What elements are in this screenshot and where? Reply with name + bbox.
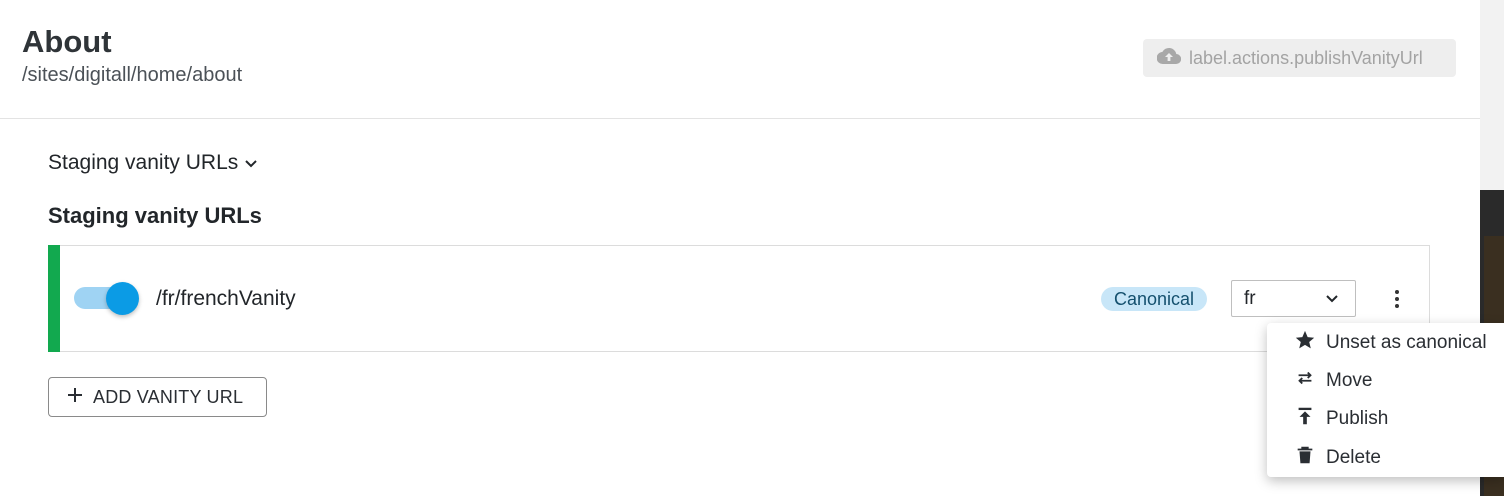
active-toggle-knob[interactable] — [106, 282, 139, 315]
context-menu: Unset as canonical Move Publish Delete — [1267, 323, 1504, 477]
menu-item-unset-canonical[interactable]: Unset as canonical — [1267, 324, 1504, 362]
canonical-badge: Canonical — [1101, 287, 1208, 311]
cloud-upload-icon — [1156, 47, 1189, 70]
menu-item-move[interactable]: Move — [1267, 362, 1504, 400]
chevron-down-icon — [238, 151, 258, 175]
menu-item-label: Publish — [1326, 408, 1389, 429]
publish-vanity-url-button[interactable]: label.actions.publishVanityUrl — [1143, 39, 1456, 77]
more-actions-icon[interactable] — [1387, 286, 1407, 312]
menu-item-label: Move — [1326, 370, 1373, 391]
add-vanity-url-button[interactable]: ADD VANITY URL — [48, 377, 267, 417]
star-icon — [1294, 329, 1326, 357]
plus-icon — [67, 387, 93, 408]
page-header: About /sites/digitall/home/about label.a… — [0, 0, 1480, 119]
swap-icon — [1294, 367, 1326, 395]
publish-icon — [1294, 405, 1326, 433]
menu-item-label: Delete — [1326, 447, 1381, 468]
language-select[interactable]: fr — [1231, 280, 1356, 317]
vanity-section-dropdown-label: Staging vanity URLs — [48, 151, 239, 174]
add-vanity-url-label: ADD VANITY URL — [93, 386, 244, 407]
menu-item-label: Unset as canonical — [1326, 332, 1487, 353]
publish-vanity-url-label: label.actions.publishVanityUrl — [1189, 47, 1423, 68]
vanity-url-text: /fr/frenchVanity — [156, 287, 296, 310]
vanity-url-panel: About /sites/digitall/home/about label.a… — [0, 0, 1480, 496]
menu-item-publish[interactable]: Publish — [1267, 400, 1504, 438]
menu-item-delete[interactable]: Delete — [1267, 439, 1504, 477]
vanity-section-dropdown[interactable]: Staging vanity URLs — [48, 151, 258, 175]
section-title: Staging vanity URLs — [48, 203, 262, 228]
chevron-down-icon — [1325, 288, 1339, 310]
vanity-url-row: /fr/frenchVanity Canonical fr — [48, 245, 1430, 352]
language-select-value: fr — [1244, 287, 1256, 309]
page-path: /sites/digitall/home/about — [22, 64, 243, 86]
row-status-bar — [48, 245, 60, 352]
page-title: About — [22, 24, 112, 59]
background-edge-light — [1480, 0, 1504, 190]
trash-icon — [1294, 444, 1326, 472]
